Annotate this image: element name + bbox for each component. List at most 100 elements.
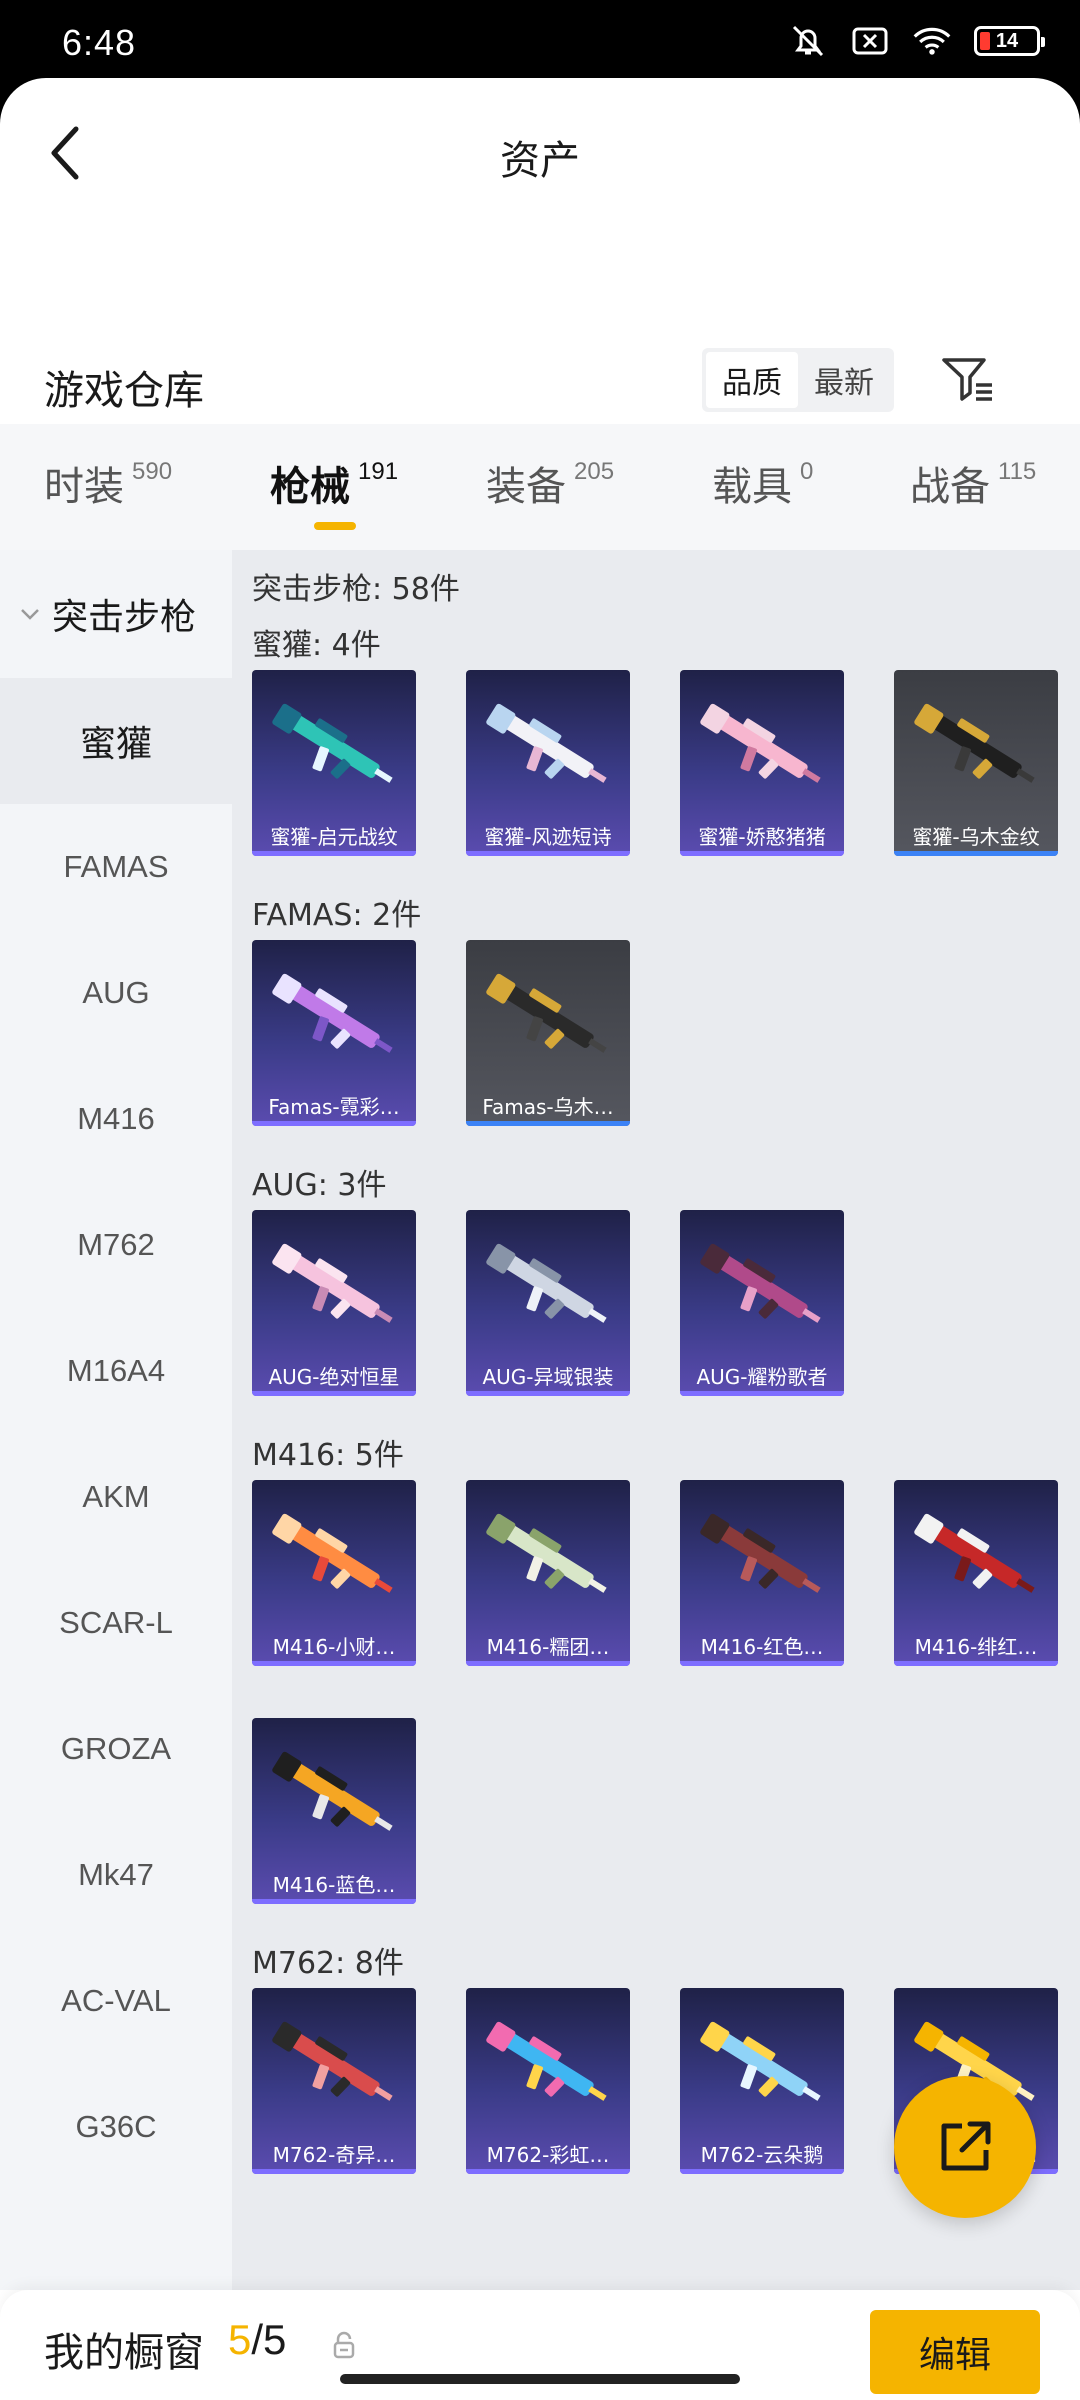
sidebar-item[interactable]: AUG: [0, 930, 232, 1056]
tab-label: 装备: [486, 464, 566, 510]
skin-card[interactable]: M762-奇异…: [252, 1988, 416, 2174]
external-link-icon: [941, 2121, 991, 2171]
rarity-bar: [466, 2169, 630, 2174]
skin-name: M416-红色…: [700, 1635, 824, 1659]
sidebar-category-header[interactable]: 突击步枪: [0, 550, 232, 678]
tab-count: 590: [132, 458, 173, 485]
sidebar-item[interactable]: AC-VAL: [0, 1938, 232, 2064]
rifle-icon: [272, 1513, 393, 1593]
rifle-icon: [914, 1513, 1035, 1593]
section-heading: AUG: 3件: [252, 1168, 387, 1203]
skin-card[interactable]: M416-糯团…: [466, 1480, 630, 1666]
edit-button[interactable]: 编辑: [870, 2310, 1040, 2394]
warehouse-row: 游戏仓库 品质 最新: [0, 328, 1080, 438]
rifle-icon: [272, 703, 393, 783]
skin-card[interactable]: Famas-乌木…: [466, 940, 630, 1126]
skin-card[interactable]: AUG-耀粉歌者: [680, 1210, 844, 1396]
rifle-icon: [700, 2021, 821, 2101]
rarity-bar: [894, 851, 1058, 856]
skin-name: 蜜獾-娇憨猪猪: [698, 825, 826, 849]
skin-card[interactable]: M416-蓝色…: [252, 1718, 416, 1904]
section-heading: M762: 8件: [252, 1946, 404, 1981]
rifle-icon: [272, 1751, 393, 1831]
battery-icon: 14: [974, 26, 1045, 56]
section-heading: M416: 5件: [252, 1438, 404, 1473]
skin-card[interactable]: 蜜獾-娇憨猪猪: [680, 670, 844, 856]
skin-card[interactable]: 蜜獾-启元战纹: [252, 670, 416, 856]
skin-card[interactable]: AUG-异域银装: [466, 1210, 630, 1396]
skin-name: 蜜獾-风迹短诗: [484, 825, 612, 849]
status-time: 6:48: [62, 22, 137, 63]
tab-fashion[interactable]: 时装 590: [44, 454, 172, 512]
skin-card[interactable]: Famas-霓彩…: [252, 940, 416, 1126]
sidebar-item[interactable]: FAMAS: [0, 804, 232, 930]
skin-card[interactable]: M762-彩虹…: [466, 1988, 630, 2174]
tab-count: 0: [800, 458, 814, 485]
sidebar-item[interactable]: Mk47: [0, 1812, 232, 1938]
rifle-icon: [914, 703, 1035, 783]
skin-card[interactable]: M416-绯红…: [894, 1480, 1058, 1666]
tab-count: 191: [358, 458, 399, 485]
sidebar-category-label: 突击步枪: [52, 597, 197, 638]
mute-icon: [788, 24, 828, 58]
sidebar-item[interactable]: M762: [0, 1182, 232, 1308]
page-title: 资产: [500, 138, 580, 184]
sidebar-item[interactable]: SCAR-L: [0, 1560, 232, 1686]
tab-firearms[interactable]: 枪械 191: [270, 454, 398, 512]
tab-equipment[interactable]: 装备 205: [486, 454, 614, 512]
skin-card[interactable]: M416-小财…: [252, 1480, 416, 1666]
rarity-bar: [680, 1661, 844, 1666]
sort-quality-button[interactable]: 品质: [706, 352, 798, 408]
weapon-sidebar: 突击步枪 蜜獾 FAMAS AUG M416 M762 M16A4 AKM SCAR-L GRO…: [0, 550, 232, 2290]
rarity-bar: [252, 1121, 416, 1126]
rarity-bar: [894, 1661, 1058, 1666]
sidebar-item[interactable]: GROZA: [0, 1686, 232, 1812]
active-tab-indicator: [314, 522, 356, 530]
skin-name: AUG-耀粉歌者: [696, 1365, 828, 1389]
tab-vehicles[interactable]: 载具 0: [712, 454, 813, 512]
sidebar-item[interactable]: AKM: [0, 1434, 232, 1560]
skin-name: M762-云朵鹅: [700, 2143, 824, 2167]
skin-card[interactable]: 蜜獾-风迹短诗: [466, 670, 630, 856]
sidebar-item[interactable]: M16A4: [0, 1308, 232, 1434]
skin-name: M416-绯红…: [914, 1635, 1038, 1659]
skin-card[interactable]: 蜜獾-乌木金纹: [894, 670, 1058, 856]
battery-level: 14: [995, 29, 1019, 52]
rarity-bar: [466, 851, 630, 856]
tab-label: 时装: [44, 464, 124, 510]
sidebar-item[interactable]: G36C: [0, 2064, 232, 2190]
summary-heading: 突击步枪: 58件: [252, 572, 460, 607]
filter-button[interactable]: [938, 350, 998, 410]
rifle-icon: [486, 2021, 607, 2101]
lock-icon: [333, 2331, 355, 2359]
rarity-bar: [466, 1661, 630, 1666]
skin-name: AUG-绝对恒星: [268, 1365, 400, 1389]
tab-label: 载具: [712, 464, 792, 510]
rarity-bar: [252, 851, 416, 856]
rifle-icon: [486, 1513, 607, 1593]
skin-name: M762-奇异…: [272, 2143, 396, 2167]
rifle-icon: [700, 1513, 821, 1593]
sidebar-item[interactable]: 蜜獾: [0, 678, 232, 804]
section-heading: FAMAS: 2件: [252, 898, 422, 933]
skin-grid: 突击步枪: 58件 蜜獾: 4件 蜜獾-启元战纹 蜜獾-风迹短诗 蜜獾-娇憨猪猪 蜜獾-…: [232, 550, 1080, 2290]
tab-supplies[interactable]: 战备 115: [910, 454, 1036, 512]
home-indicator[interactable]: [340, 2374, 740, 2384]
skin-card[interactable]: M416-红色…: [680, 1480, 844, 1666]
skin-card[interactable]: M762-云朵鹅: [680, 1988, 844, 2174]
skin-name: Famas-霓彩…: [268, 1095, 400, 1119]
wifi-icon: [912, 24, 952, 58]
share-fab[interactable]: [894, 2076, 1036, 2218]
skin-card[interactable]: AUG-绝对恒星: [252, 1210, 416, 1396]
showcase-total: 5: [263, 2316, 287, 2363]
status-bar: 6:48 14: [0, 0, 1080, 78]
rifle-icon: [272, 973, 393, 1053]
rarity-bar: [252, 1899, 416, 1904]
sidebar-item[interactable]: M416: [0, 1056, 232, 1182]
tab-count: 205: [574, 458, 615, 485]
showcase-label: 我的橱窗: [44, 2330, 204, 2376]
sort-newest-button[interactable]: 最新: [798, 352, 890, 408]
skin-name: 蜜獾-启元战纹: [270, 825, 398, 849]
rifle-icon: [272, 2021, 393, 2101]
filter-icon: [942, 358, 992, 401]
